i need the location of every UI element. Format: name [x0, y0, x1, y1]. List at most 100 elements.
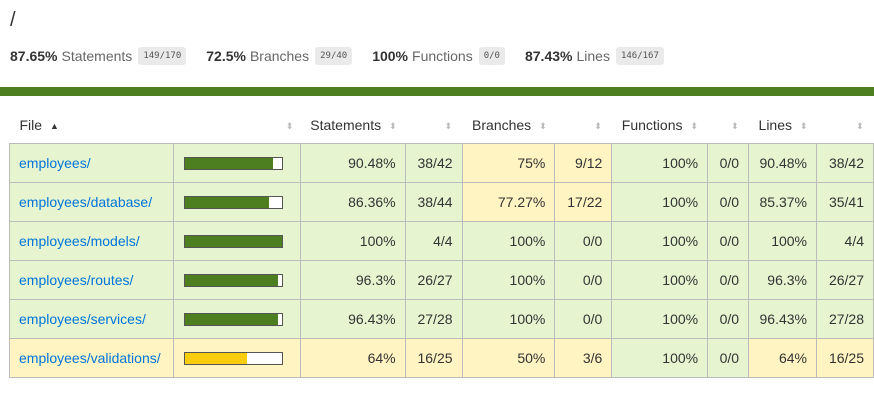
sort-asc-icon[interactable]: ▲ [50, 121, 59, 131]
lines-pct: 90.48% [748, 143, 817, 183]
sort-icon[interactable]: ⬍ [389, 121, 397, 131]
file-link[interactable]: employees/services/ [19, 311, 146, 327]
branches-fraction: 9/12 [554, 143, 613, 183]
statements-pct: 64% [299, 338, 406, 378]
lines-fraction: 26/27 [816, 260, 874, 300]
column-header-functions[interactable]: Functions ⬍ [612, 107, 708, 144]
summary-functions-label: Functions [412, 48, 473, 64]
sort-icon[interactable]: ⬍ [539, 121, 547, 131]
column-header-file-bar[interactable]: ⬍ [173, 107, 300, 144]
coverage-table-body: employees/ 90.48% 38/42 75% 9/12 100% 0/… [9, 143, 874, 378]
column-header-branches[interactable]: Branches ⬍ [462, 107, 555, 144]
coverage-bar-fill [184, 196, 269, 208]
statements-fraction: 26/27 [404, 260, 463, 300]
coverage-bar-cell [172, 182, 301, 222]
functions-fraction: 0/0 [707, 143, 750, 183]
coverage-bar-fill [184, 274, 279, 286]
column-header-file-label: File [19, 117, 43, 133]
file-link[interactable]: employees/validations/ [19, 350, 161, 366]
column-header-branches-label: Branches [472, 117, 532, 133]
file-link[interactable]: employees/models/ [19, 233, 140, 249]
statements-pct: 100% [299, 221, 406, 261]
file-cell: employees/models/ [9, 221, 174, 261]
sort-icon[interactable]: ⬍ [800, 121, 808, 131]
summary-branches-fraction: 29/40 [315, 47, 353, 65]
sort-icon[interactable]: ⬍ [731, 121, 739, 131]
sort-icon[interactable]: ⬍ [690, 121, 698, 131]
column-header-statements-raw[interactable]: ⬍ [405, 107, 462, 144]
statements-pct: 96.3% [299, 260, 406, 300]
file-link[interactable]: employees/routes/ [19, 272, 133, 288]
sort-icon[interactable]: ⬍ [286, 121, 294, 131]
summary-statements-label: Statements [61, 48, 133, 64]
coverage-bar-cell [172, 299, 301, 339]
column-header-lines-raw[interactable]: ⬍ [817, 107, 874, 144]
table-row: employees/ 90.48% 38/42 75% 9/12 100% 0/… [9, 143, 874, 183]
summary-statements: 87.65% Statements 149/170 [10, 46, 187, 66]
column-header-functions-raw[interactable]: ⬍ [708, 107, 749, 144]
functions-pct: 100% [611, 143, 709, 183]
summary-functions: 100% Functions 0/0 [372, 46, 505, 66]
coverage-bar-cell [172, 143, 301, 183]
functions-fraction: 0/0 [707, 182, 750, 222]
lines-fraction: 4/4 [816, 221, 874, 261]
statements-fraction: 27/28 [404, 299, 463, 339]
coverage-bar-cell [172, 260, 301, 300]
lines-pct: 100% [748, 221, 817, 261]
sort-icon[interactable]: ⬍ [594, 121, 602, 131]
coverage-bar [183, 351, 283, 365]
functions-fraction: 0/0 [707, 338, 750, 378]
summary-statements-fraction: 149/170 [138, 47, 187, 65]
statements-pct: 96.43% [299, 299, 406, 339]
table-header-row: File ▲ ⬍ Statements ⬍ ⬍ Branches ⬍ ⬍ Fun… [10, 107, 874, 144]
sort-icon[interactable]: ⬍ [444, 121, 452, 131]
branches-fraction: 0/0 [554, 299, 613, 339]
summary-functions-fraction: 0/0 [478, 47, 505, 65]
statements-pct: 86.36% [299, 182, 406, 222]
branches-pct: 100% [461, 260, 556, 300]
branches-fraction: 3/6 [554, 338, 613, 378]
column-header-statements[interactable]: Statements ⬍ [300, 107, 405, 144]
column-header-branches-raw[interactable]: ⬍ [555, 107, 612, 144]
coverage-bar [183, 156, 283, 170]
branches-pct: 100% [461, 299, 556, 339]
summary-lines-pct: 87.43% [524, 48, 573, 64]
lines-fraction: 38/42 [816, 143, 874, 183]
statements-fraction: 4/4 [404, 221, 463, 261]
table-row: employees/routes/ 96.3% 26/27 100% 0/0 1… [9, 260, 874, 300]
column-header-file[interactable]: File ▲ [10, 107, 174, 144]
statements-fraction: 16/25 [404, 338, 463, 378]
summary-functions-pct: 100% [372, 48, 409, 64]
functions-pct: 100% [611, 182, 709, 222]
branches-pct: 100% [461, 221, 556, 261]
branches-fraction: 0/0 [554, 260, 613, 300]
coverage-status-bar [0, 87, 874, 96]
table-row: employees/models/ 100% 4/4 100% 0/0 100%… [9, 221, 874, 261]
file-cell: employees/services/ [9, 299, 174, 339]
functions-fraction: 0/0 [707, 260, 750, 300]
column-header-lines[interactable]: Lines ⬍ [749, 107, 817, 144]
summary-branches-label: Branches [249, 48, 310, 64]
coverage-bar-fill [184, 235, 282, 247]
branches-pct: 50% [461, 338, 556, 378]
lines-fraction: 35/41 [816, 182, 874, 222]
summary-lines-label: Lines [576, 48, 610, 64]
coverage-bar-cell [172, 221, 301, 261]
file-cell: employees/database/ [9, 182, 174, 222]
file-cell: employees/validations/ [9, 338, 174, 378]
file-cell: employees/routes/ [9, 260, 174, 300]
functions-fraction: 0/0 [707, 299, 750, 339]
file-link[interactable]: employees/database/ [19, 194, 152, 210]
summary-branches: 72.5% Branches 29/40 [206, 46, 353, 66]
summary-lines-fraction: 146/167 [615, 47, 664, 65]
coverage-bar [183, 273, 283, 287]
summary-lines: 87.43% Lines 146/167 [525, 46, 664, 66]
lines-pct: 64% [748, 338, 817, 378]
coverage-bar [183, 312, 283, 326]
coverage-bar-cell [172, 338, 301, 378]
sort-icon[interactable]: ⬍ [856, 121, 864, 131]
coverage-bar-fill [184, 352, 247, 364]
lines-fraction: 27/28 [816, 299, 874, 339]
file-link[interactable]: employees/ [19, 155, 91, 171]
coverage-table: File ▲ ⬍ Statements ⬍ ⬍ Branches ⬍ ⬍ Fun… [9, 107, 874, 378]
